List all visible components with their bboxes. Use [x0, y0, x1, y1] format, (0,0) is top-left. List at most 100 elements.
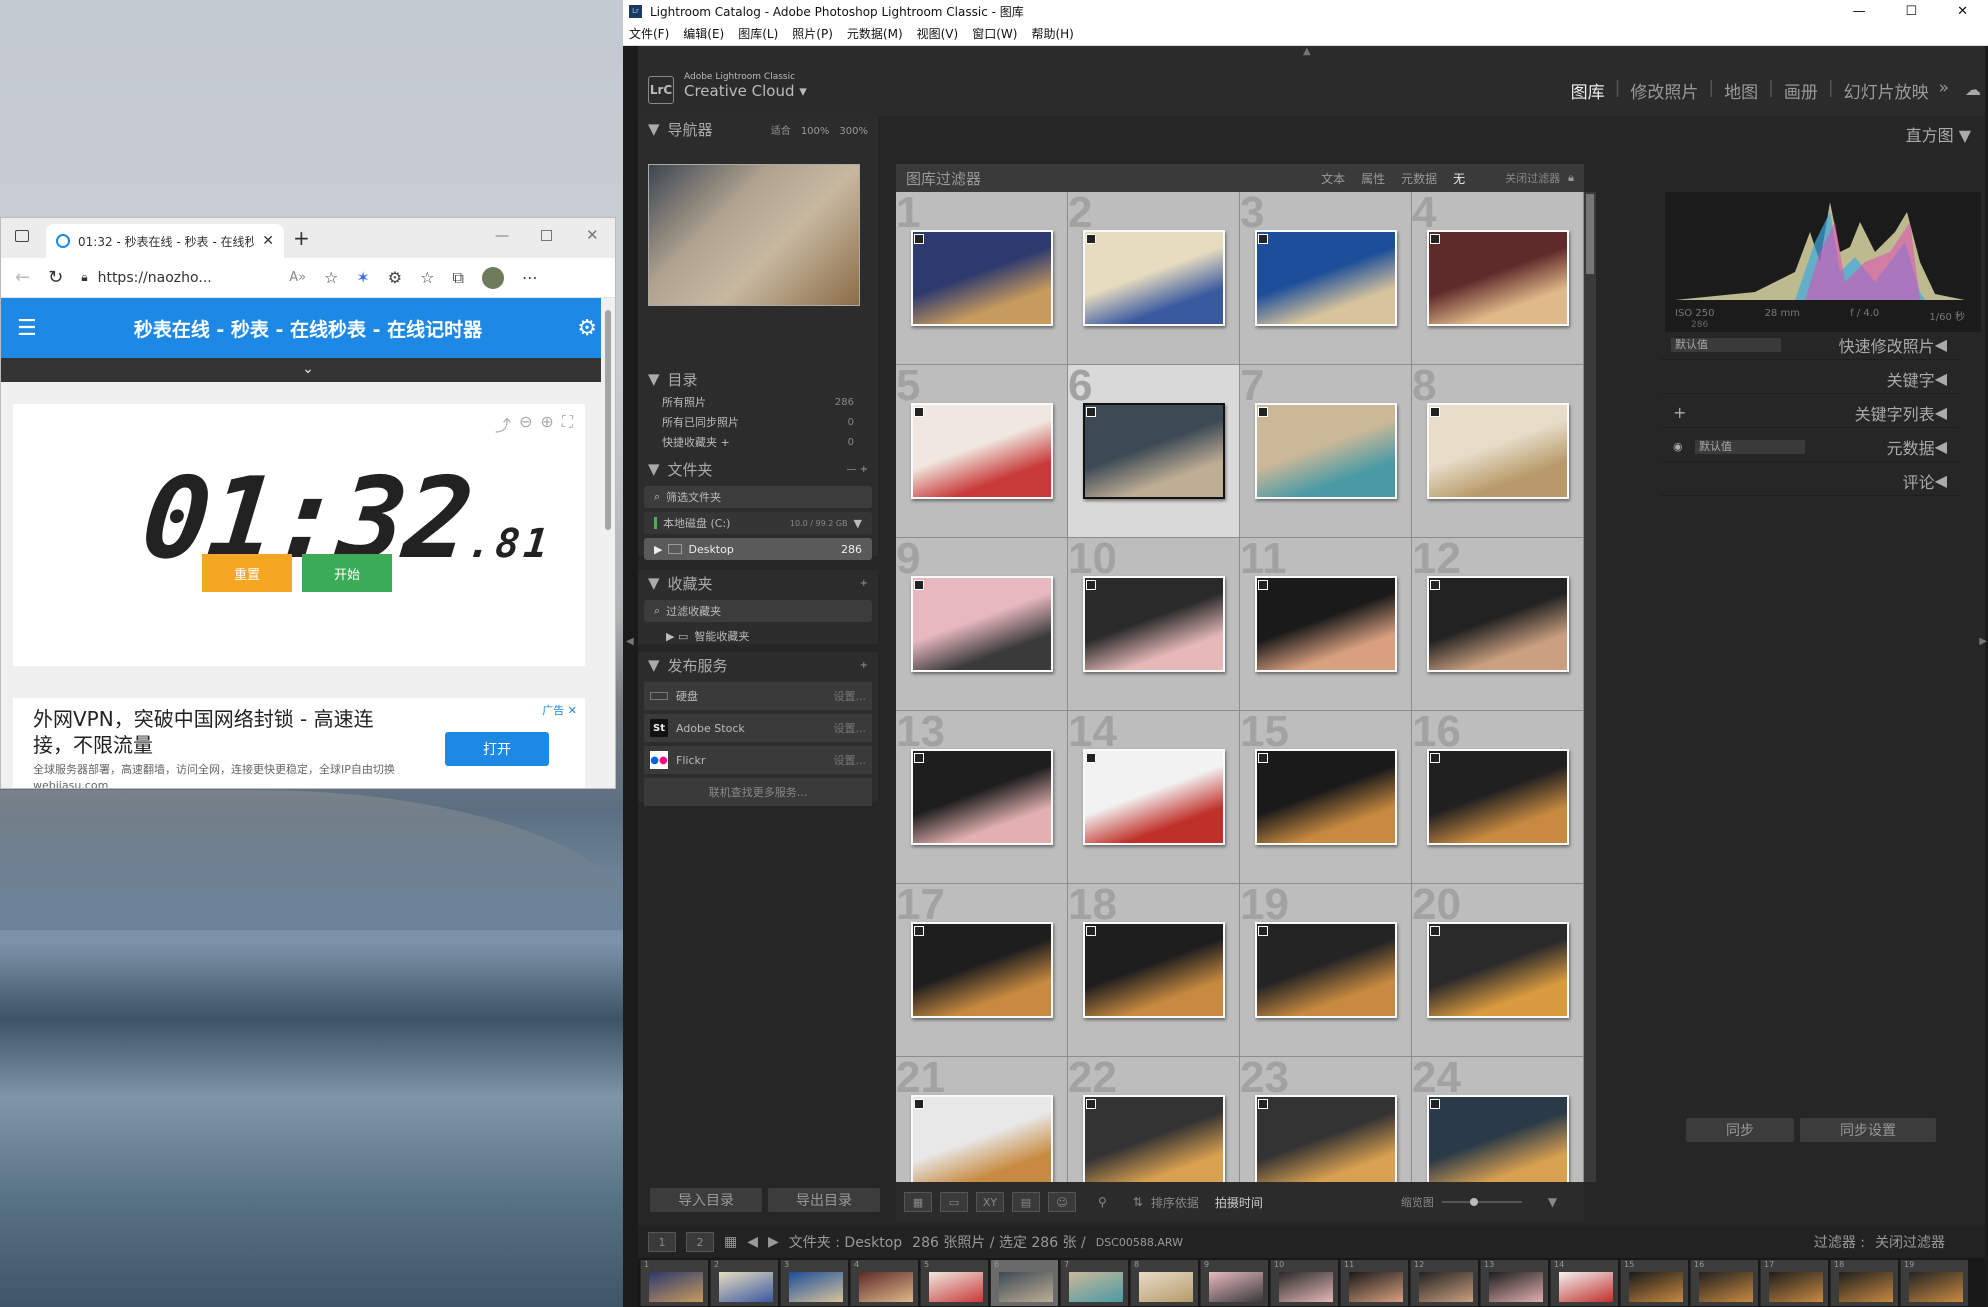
filmstrip-cell[interactable]: 8: [1130, 1260, 1198, 1306]
zoom-level[interactable]: 300%: [839, 126, 868, 137]
filter-option[interactable]: 元数据: [1401, 170, 1437, 187]
panel-collapse-icon[interactable]: ◀: [1935, 403, 1947, 422]
grid-cell[interactable]: 24: [1412, 1057, 1584, 1182]
filmstrip-cell[interactable]: 15: [1620, 1260, 1688, 1306]
thumbnail-badge-icon[interactable]: [1430, 926, 1440, 936]
profile-avatar[interactable]: [481, 266, 504, 289]
favorite-star-icon[interactable]: ☆: [324, 268, 338, 287]
survey-view-icon[interactable]: ▤: [1012, 1192, 1040, 1212]
grid-cell[interactable]: 5: [896, 365, 1068, 538]
filmstrip-thumbnail[interactable]: [859, 1272, 913, 1302]
filmstrip-source[interactable]: 文件夹 : Desktop: [789, 1232, 902, 1252]
thumbnail-badge-icon[interactable]: [914, 234, 924, 244]
photo-thumbnail[interactable]: [911, 576, 1053, 672]
thumbnail-badge-icon[interactable]: [1430, 1099, 1440, 1109]
catalog-row[interactable]: 所有已同步照片 0: [638, 412, 878, 432]
service-settings[interactable]: 设置...: [834, 752, 867, 768]
photo-thumbnail[interactable]: [1427, 403, 1569, 499]
grid-scrollbar[interactable]: [1584, 192, 1596, 1182]
filter-option[interactable]: 无: [1453, 170, 1465, 187]
lr-maximize-icon[interactable]: ☐: [1905, 4, 1917, 19]
filmstrip-thumbnail[interactable]: [1839, 1272, 1893, 1302]
thumbnail-badge-icon[interactable]: [1258, 407, 1268, 417]
close-tab-icon[interactable]: ✕: [262, 233, 274, 249]
photo-thumbnail[interactable]: [1083, 922, 1225, 1018]
thumbnail-badge-icon[interactable]: [1258, 926, 1268, 936]
thumbnail-badge-icon[interactable]: [1430, 580, 1440, 590]
fullscreen-icon[interactable]: ⛶: [562, 412, 573, 436]
folders-header[interactable]: ▼ 文件夹 — +: [638, 456, 878, 482]
add-keyword-icon[interactable]: +: [1673, 403, 1686, 422]
module-tab[interactable]: 幻灯片放映: [1844, 78, 1929, 103]
sort-value-dropdown[interactable]: 拍摄时间: [1215, 1194, 1263, 1211]
catalog-row[interactable]: 快捷收藏夹 + 0: [638, 432, 878, 452]
module-tab[interactable]: 画册: [1784, 78, 1818, 103]
photo-thumbnail[interactable]: [1083, 403, 1225, 499]
top-panel-toggle-icon[interactable]: ▲: [1303, 46, 1311, 57]
photo-thumbnail[interactable]: [911, 403, 1053, 499]
panel-collapse-icon[interactable]: ◀: [1935, 471, 1947, 490]
photo-thumbnail[interactable]: [911, 1095, 1053, 1182]
module-tab[interactable]: 地图: [1724, 78, 1758, 103]
filter-dropdown[interactable]: 关闭过滤器: [1875, 1232, 1945, 1252]
filter-lock-icon[interactable]: 🔒︎: [1568, 171, 1574, 185]
zoom-level[interactable]: 100%: [801, 126, 830, 137]
grid-scroll-thumb[interactable]: [1586, 194, 1594, 274]
favorites-icon[interactable]: ☆: [420, 268, 434, 287]
browser-tab[interactable]: 01:32 - 秒表在线 - 秒表 - 在线秒 ✕: [46, 224, 284, 258]
right-panel-section[interactable]: ◉ 默认值 元数据 ◀: [1661, 432, 1959, 462]
thumbnail-badge-icon[interactable]: [914, 926, 924, 936]
close-filter-dropdown[interactable]: 关闭过滤器: [1505, 170, 1560, 186]
zoom-out-icon[interactable]: ⊖: [519, 412, 532, 436]
disk-toggle-icon[interactable]: ▼: [854, 517, 862, 530]
photo-thumbnail[interactable]: [911, 749, 1053, 845]
grid-cell[interactable]: 18: [1068, 884, 1240, 1057]
compare-view-icon[interactable]: XY: [976, 1192, 1004, 1212]
collections-add-icon[interactable]: +: [860, 578, 868, 589]
grid-cell[interactable]: 19: [1240, 884, 1412, 1057]
filmstrip-thumbnail[interactable]: [1489, 1272, 1543, 1302]
grid-shortcut-icon[interactable]: ▦: [724, 1234, 737, 1250]
grid-cell[interactable]: 20: [1412, 884, 1584, 1057]
photo-thumbnail[interactable]: [1427, 1095, 1569, 1182]
right-panel-toggle-icon[interactable]: ▶: [1979, 636, 1987, 647]
histogram-title[interactable]: 直方图 ▼: [1906, 122, 1971, 146]
photo-thumbnail[interactable]: [1255, 922, 1397, 1018]
ad-tag[interactable]: 广告 ✕: [542, 702, 577, 718]
grid-cell[interactable]: 21: [896, 1057, 1068, 1182]
extension-icon[interactable]: ✶: [356, 268, 369, 287]
folders-add-remove-icon[interactable]: — +: [846, 464, 868, 475]
publish-service-adobe-stock[interactable]: St Adobe Stock 设置...: [644, 714, 872, 742]
publish-header[interactable]: ▼ 发布服务 +: [638, 652, 878, 678]
photo-thumbnail[interactable]: [1427, 749, 1569, 845]
grid-view-icon[interactable]: ▦: [904, 1192, 932, 1212]
ad-open-button[interactable]: 打开: [445, 732, 549, 766]
secondary-display-icon[interactable]: 2: [686, 1232, 714, 1252]
grid-cell[interactable]: 22: [1068, 1057, 1240, 1182]
refresh-icon[interactable]: ↻: [48, 267, 63, 288]
thumbnail-badge-icon[interactable]: [1430, 234, 1440, 244]
thumbnail-badge-icon[interactable]: [1430, 407, 1440, 417]
photo-thumbnail[interactable]: [1083, 576, 1225, 672]
filmstrip-thumbnail[interactable]: [1699, 1272, 1753, 1302]
filmstrip-thumbnail[interactable]: [1909, 1272, 1963, 1302]
grid-cell[interactable]: 14: [1068, 711, 1240, 884]
catalog-row[interactable]: 所有照片 286: [638, 392, 878, 412]
ad-banner[interactable]: 外网VPN，突破中国网络封锁 - 高速连接，不限流量 全球服务器部署，高速翻墙，…: [13, 698, 585, 788]
filmstrip-cell[interactable]: 14: [1550, 1260, 1618, 1306]
filmstrip-thumbnail[interactable]: [929, 1272, 983, 1302]
filter-option[interactable]: 属性: [1361, 170, 1385, 187]
right-panel-section[interactable]: 评论 ◀: [1661, 466, 1959, 496]
thumbnail-badge-icon[interactable]: [1258, 753, 1268, 763]
filmstrip-cell[interactable]: 19: [1900, 1260, 1968, 1306]
tab-actions-icon[interactable]: [15, 230, 29, 242]
panel-collapse-icon[interactable]: ◀: [1935, 369, 1947, 388]
forward-arrow-icon[interactable]: ▶: [768, 1234, 779, 1250]
filmstrip-cell[interactable]: 3: [780, 1260, 848, 1306]
menu-item[interactable]: 图库(L): [738, 25, 778, 42]
filmstrip-thumbnail[interactable]: [1349, 1272, 1403, 1302]
ad-close-icon[interactable]: ✕: [568, 704, 577, 717]
grid-cell[interactable]: 11: [1240, 538, 1412, 711]
menu-item[interactable]: 视图(V): [917, 25, 959, 42]
grid-cell[interactable]: 16: [1412, 711, 1584, 884]
